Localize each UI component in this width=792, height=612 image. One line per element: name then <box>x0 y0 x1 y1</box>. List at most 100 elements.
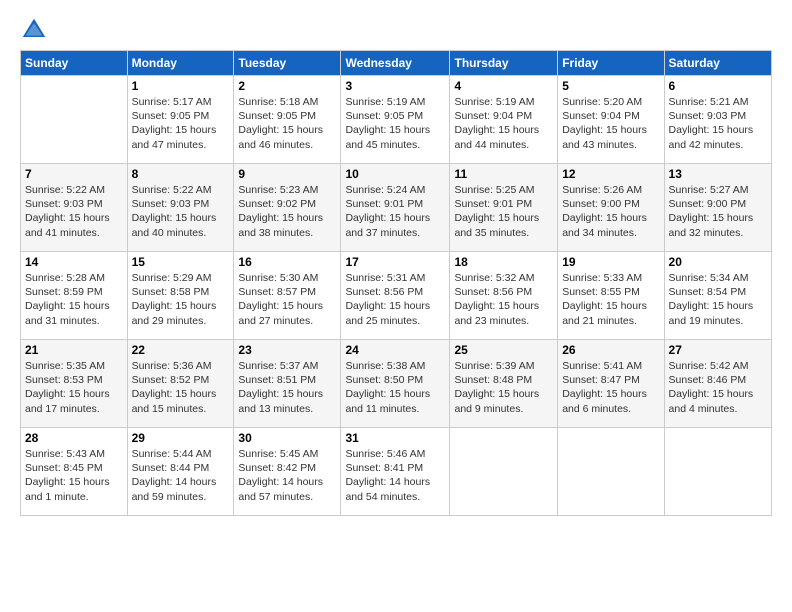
weekday-header-monday: Monday <box>127 51 234 76</box>
weekday-header-thursday: Thursday <box>450 51 558 76</box>
calendar-cell: 16 Sunrise: 5:30 AM Sunset: 8:57 PM Dayli… <box>234 252 341 340</box>
calendar-cell: 22 Sunrise: 5:36 AM Sunset: 8:52 PM Dayli… <box>127 340 234 428</box>
calendar-cell: 9Sunrise: 5:23 AM Sunset: 9:02 PM Daylig… <box>234 164 341 252</box>
day-info: Sunrise: 5:30 AM Sunset: 8:57 PM Dayligh… <box>238 271 336 328</box>
calendar-cell: 30 Sunrise: 5:45 AM Sunset: 8:42 PM Dayli… <box>234 428 341 516</box>
calendar-cell: 24 Sunrise: 5:38 AM Sunset: 8:50 PM Dayli… <box>341 340 450 428</box>
day-info: Sunrise: 5:19 AM Sunset: 9:04 PM Dayligh… <box>454 95 553 152</box>
day-info: Sunrise: 5:28 AM Sunset: 8:59 PM Dayligh… <box>25 271 123 328</box>
day-info: Sunrise: 5:38 AM Sunset: 8:50 PM Dayligh… <box>345 359 445 416</box>
calendar-cell <box>558 428 664 516</box>
day-number: 22 <box>132 343 230 357</box>
day-number: 19 <box>562 255 659 269</box>
day-info: Sunrise: 5:29 AM Sunset: 8:58 PM Dayligh… <box>132 271 230 328</box>
weekday-header-friday: Friday <box>558 51 664 76</box>
day-info: Sunrise: 5:32 AM Sunset: 8:56 PM Dayligh… <box>454 271 553 328</box>
day-number: 9 <box>238 167 336 181</box>
day-info: Sunrise: 5:39 AM Sunset: 8:48 PM Dayligh… <box>454 359 553 416</box>
day-number: 17 <box>345 255 445 269</box>
day-info: Sunrise: 5:42 AM Sunset: 8:46 PM Dayligh… <box>669 359 767 416</box>
calendar-cell: 19 Sunrise: 5:33 AM Sunset: 8:55 PM Dayli… <box>558 252 664 340</box>
day-number: 11 <box>454 167 553 181</box>
day-number: 28 <box>25 431 123 445</box>
calendar-cell: 8Sunrise: 5:22 AM Sunset: 9:03 PM Daylig… <box>127 164 234 252</box>
calendar-cell: 18 Sunrise: 5:32 AM Sunset: 8:56 PM Dayli… <box>450 252 558 340</box>
calendar-cell: 17 Sunrise: 5:31 AM Sunset: 8:56 PM Dayli… <box>341 252 450 340</box>
day-info: Sunrise: 5:22 AM Sunset: 9:03 PM Dayligh… <box>25 183 123 240</box>
calendar-cell: 4 Sunrise: 5:19 AM Sunset: 9:04 PM Daylig… <box>450 76 558 164</box>
calendar-cell: 14 Sunrise: 5:28 AM Sunset: 8:59 PM Dayli… <box>21 252 128 340</box>
day-number: 12 <box>562 167 659 181</box>
day-number: 1 <box>132 79 230 93</box>
calendar-cell: 13 Sunrise: 5:27 AM Sunset: 9:00 PM Dayli… <box>664 164 771 252</box>
day-number: 14 <box>25 255 123 269</box>
day-number: 27 <box>669 343 767 357</box>
day-number: 31 <box>345 431 445 445</box>
calendar-cell: 12Sunrise: 5:26 AM Sunset: 9:00 PM Dayli… <box>558 164 664 252</box>
day-number: 6 <box>669 79 767 93</box>
day-number: 25 <box>454 343 553 357</box>
day-number: 23 <box>238 343 336 357</box>
day-info: Sunrise: 5:25 AM Sunset: 9:01 PM Dayligh… <box>454 183 553 240</box>
calendar-cell: 1 Sunrise: 5:17 AM Sunset: 9:05 PM Daylig… <box>127 76 234 164</box>
calendar-cell: 23 Sunrise: 5:37 AM Sunset: 8:51 PM Dayli… <box>234 340 341 428</box>
calendar-cell: 20 Sunrise: 5:34 AM Sunset: 8:54 PM Dayli… <box>664 252 771 340</box>
calendar-cell <box>21 76 128 164</box>
calendar-cell: 7 Sunrise: 5:22 AM Sunset: 9:03 PM Daylig… <box>21 164 128 252</box>
calendar-cell: 29 Sunrise: 5:44 AM Sunset: 8:44 PM Dayli… <box>127 428 234 516</box>
week-row-3: 21 Sunrise: 5:35 AM Sunset: 8:53 PM Dayli… <box>21 340 772 428</box>
day-info: Sunrise: 5:27 AM Sunset: 9:00 PM Dayligh… <box>669 183 767 240</box>
calendar-cell: 21 Sunrise: 5:35 AM Sunset: 8:53 PM Dayli… <box>21 340 128 428</box>
day-number: 7 <box>25 167 123 181</box>
day-info: Sunrise: 5:17 AM Sunset: 9:05 PM Dayligh… <box>132 95 230 152</box>
day-info: Sunrise: 5:34 AM Sunset: 8:54 PM Dayligh… <box>669 271 767 328</box>
day-info: Sunrise: 5:18 AM Sunset: 9:05 PM Dayligh… <box>238 95 336 152</box>
day-number: 4 <box>454 79 553 93</box>
calendar-cell: 25 Sunrise: 5:39 AM Sunset: 8:48 PM Dayli… <box>450 340 558 428</box>
calendar-cell <box>450 428 558 516</box>
logo-icon <box>20 16 48 44</box>
day-number: 20 <box>669 255 767 269</box>
day-number: 24 <box>345 343 445 357</box>
calendar-cell: 2 Sunrise: 5:18 AM Sunset: 9:05 PM Daylig… <box>234 76 341 164</box>
header <box>20 16 772 44</box>
day-number: 2 <box>238 79 336 93</box>
day-info: Sunrise: 5:44 AM Sunset: 8:44 PM Dayligh… <box>132 447 230 504</box>
day-info: Sunrise: 5:21 AM Sunset: 9:03 PM Dayligh… <box>669 95 767 152</box>
day-info: Sunrise: 5:43 AM Sunset: 8:45 PM Dayligh… <box>25 447 123 504</box>
calendar-cell: 28 Sunrise: 5:43 AM Sunset: 8:45 PM Dayli… <box>21 428 128 516</box>
week-row-2: 14 Sunrise: 5:28 AM Sunset: 8:59 PM Dayli… <box>21 252 772 340</box>
day-number: 5 <box>562 79 659 93</box>
day-info: Sunrise: 5:20 AM Sunset: 9:04 PM Dayligh… <box>562 95 659 152</box>
day-number: 30 <box>238 431 336 445</box>
day-info: Sunrise: 5:45 AM Sunset: 8:42 PM Dayligh… <box>238 447 336 504</box>
logo <box>20 16 52 44</box>
calendar-cell: 31Sunrise: 5:46 AM Sunset: 8:41 PM Dayli… <box>341 428 450 516</box>
weekday-header-saturday: Saturday <box>664 51 771 76</box>
calendar-cell: 11 Sunrise: 5:25 AM Sunset: 9:01 PM Dayli… <box>450 164 558 252</box>
day-info: Sunrise: 5:19 AM Sunset: 9:05 PM Dayligh… <box>345 95 445 152</box>
day-info: Sunrise: 5:37 AM Sunset: 8:51 PM Dayligh… <box>238 359 336 416</box>
calendar-cell <box>664 428 771 516</box>
weekday-header-wednesday: Wednesday <box>341 51 450 76</box>
day-number: 29 <box>132 431 230 445</box>
day-number: 8 <box>132 167 230 181</box>
day-number: 3 <box>345 79 445 93</box>
day-number: 15 <box>132 255 230 269</box>
day-number: 13 <box>669 167 767 181</box>
day-number: 18 <box>454 255 553 269</box>
weekday-header-sunday: Sunday <box>21 51 128 76</box>
calendar-cell: 5 Sunrise: 5:20 AM Sunset: 9:04 PM Daylig… <box>558 76 664 164</box>
day-number: 21 <box>25 343 123 357</box>
calendar-cell: 6 Sunrise: 5:21 AM Sunset: 9:03 PM Daylig… <box>664 76 771 164</box>
calendar: SundayMondayTuesdayWednesdayThursdayFrid… <box>20 50 772 516</box>
calendar-cell: 10Sunrise: 5:24 AM Sunset: 9:01 PM Dayli… <box>341 164 450 252</box>
day-number: 26 <box>562 343 659 357</box>
day-info: Sunrise: 5:35 AM Sunset: 8:53 PM Dayligh… <box>25 359 123 416</box>
week-row-4: 28 Sunrise: 5:43 AM Sunset: 8:45 PM Dayli… <box>21 428 772 516</box>
day-number: 16 <box>238 255 336 269</box>
day-info: Sunrise: 5:41 AM Sunset: 8:47 PM Dayligh… <box>562 359 659 416</box>
day-info: Sunrise: 5:31 AM Sunset: 8:56 PM Dayligh… <box>345 271 445 328</box>
day-info: Sunrise: 5:36 AM Sunset: 8:52 PM Dayligh… <box>132 359 230 416</box>
day-info: Sunrise: 5:33 AM Sunset: 8:55 PM Dayligh… <box>562 271 659 328</box>
